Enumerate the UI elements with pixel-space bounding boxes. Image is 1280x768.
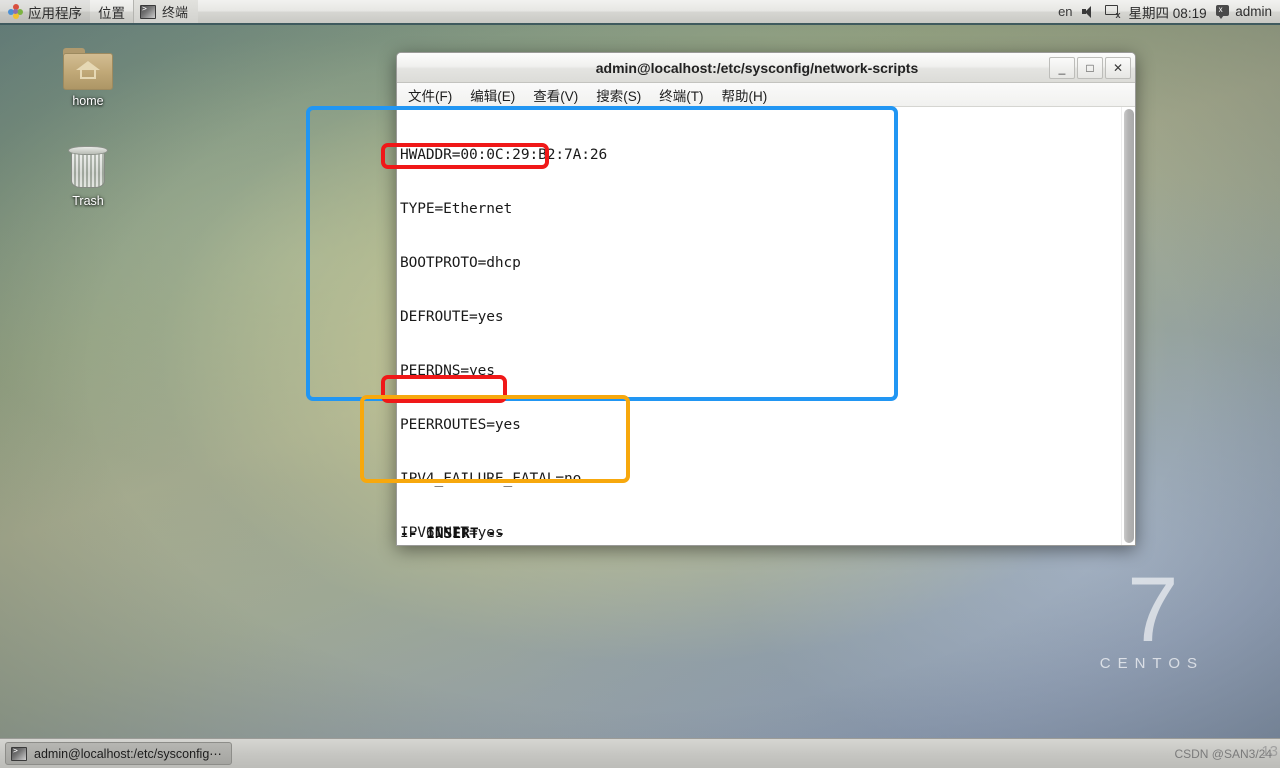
taskbar-window-button[interactable]: admin@localhost:/etc/sysconfig⋯ <box>5 742 232 765</box>
active-window-button[interactable]: 终端 <box>133 0 199 23</box>
applications-icon <box>8 4 23 19</box>
taskbar-window-label: admin@localhost:/etc/sysconfig⋯ <box>34 747 222 761</box>
desktop-icon-home-label: home <box>72 94 104 108</box>
applications-menu[interactable]: 应用程序 <box>0 0 90 23</box>
trash-can-icon <box>68 146 108 190</box>
config-line: PEERDNS=yes <box>400 363 495 379</box>
watermark: CSDN @SAN3/24 13 <box>1174 743 1278 761</box>
menu-item-help[interactable]: 帮助(H) <box>713 83 777 107</box>
config-line: PEERROUTES=yes <box>400 417 521 433</box>
config-line: BOOTPROTO=dhcp <box>400 255 521 271</box>
maximize-button[interactable]: □ <box>1077 56 1103 79</box>
terminal-scrollbar-thumb[interactable] <box>1124 109 1134 543</box>
watermark-number: 13 <box>1261 742 1278 760</box>
terminal-content-area[interactable]: HWADDR=00:0C:29:B2:7A:26 TYPE=Ethernet B… <box>397 107 1135 545</box>
user-menu[interactable]: admin <box>1215 4 1272 19</box>
applications-menu-label: 应用程序 <box>28 5 82 21</box>
top-panel-left: 应用程序 位置 终端 <box>0 0 199 23</box>
terminal-icon <box>11 746 27 761</box>
config-line: DEFROUTE=yes <box>400 309 504 325</box>
clock[interactable]: 星期四 08:19 <box>1129 2 1207 22</box>
top-panel-tray: en 星期四 08:19 admin <box>1058 0 1280 23</box>
config-line: TYPE=Ethernet <box>400 201 513 217</box>
desktop-icon-trash[interactable]: Trash <box>46 146 130 208</box>
bottom-taskbar: admin@localhost:/etc/sysconfig⋯ CSDN @SA… <box>0 738 1280 768</box>
home-folder-icon <box>63 48 113 90</box>
menu-item-terminal[interactable]: 终端(T) <box>650 83 712 107</box>
vim-editor-buffer[interactable]: HWADDR=00:0C:29:B2:7A:26 TYPE=Ethernet B… <box>397 107 1121 545</box>
window-controls: _ □ ✕ <box>1047 56 1135 79</box>
keyboard-layout-indicator[interactable]: en <box>1058 5 1072 18</box>
terminal-icon <box>140 4 156 19</box>
terminal-window-title: admin@localhost:/etc/sysconfig/network-s… <box>595 59 919 76</box>
desktop-icon-trash-label: Trash <box>72 194 104 208</box>
terminal-scrollbar[interactable] <box>1121 107 1135 545</box>
active-window-label: 终端 <box>162 5 189 20</box>
terminal-title-bar[interactable]: admin@localhost:/etc/sysconfig/network-s… <box>397 53 1135 83</box>
menu-item-search[interactable]: 搜索(S) <box>587 83 650 107</box>
terminal-menu-bar: 文件(F) 编辑(E) 查看(V) 搜索(S) 终端(T) 帮助(H) <box>397 83 1135 107</box>
vim-status-line: -- INSERT -- <box>400 526 505 542</box>
speaker-icon[interactable] <box>1081 5 1096 18</box>
chat-unavailable-icon <box>1215 4 1229 19</box>
config-line: HWADDR=00:0C:29:B2:7A:26 <box>400 147 608 163</box>
config-line: IPV4_FAILURE_FATAL=no <box>400 471 582 487</box>
terminal-window[interactable]: admin@localhost:/etc/sysconfig/network-s… <box>396 52 1136 546</box>
config-line: IPV6INIT=yes <box>400 525 504 541</box>
places-menu-label: 位置 <box>98 5 125 21</box>
minimize-button[interactable]: _ <box>1049 56 1075 79</box>
menu-item-view[interactable]: 查看(V) <box>524 83 587 107</box>
user-menu-label: admin <box>1235 4 1272 19</box>
top-panel: 应用程序 位置 终端 en 星期四 08:19 admin <box>0 0 1280 25</box>
close-button[interactable]: ✕ <box>1105 56 1131 79</box>
desktop-icon-home[interactable]: home <box>46 48 130 108</box>
menu-item-edit[interactable]: 编辑(E) <box>461 83 524 107</box>
network-disconnected-icon[interactable] <box>1104 5 1121 20</box>
watermark-text: CSDN @SAN3/24 <box>1174 746 1272 761</box>
menu-item-file[interactable]: 文件(F) <box>399 83 461 107</box>
places-menu[interactable]: 位置 <box>90 0 133 23</box>
